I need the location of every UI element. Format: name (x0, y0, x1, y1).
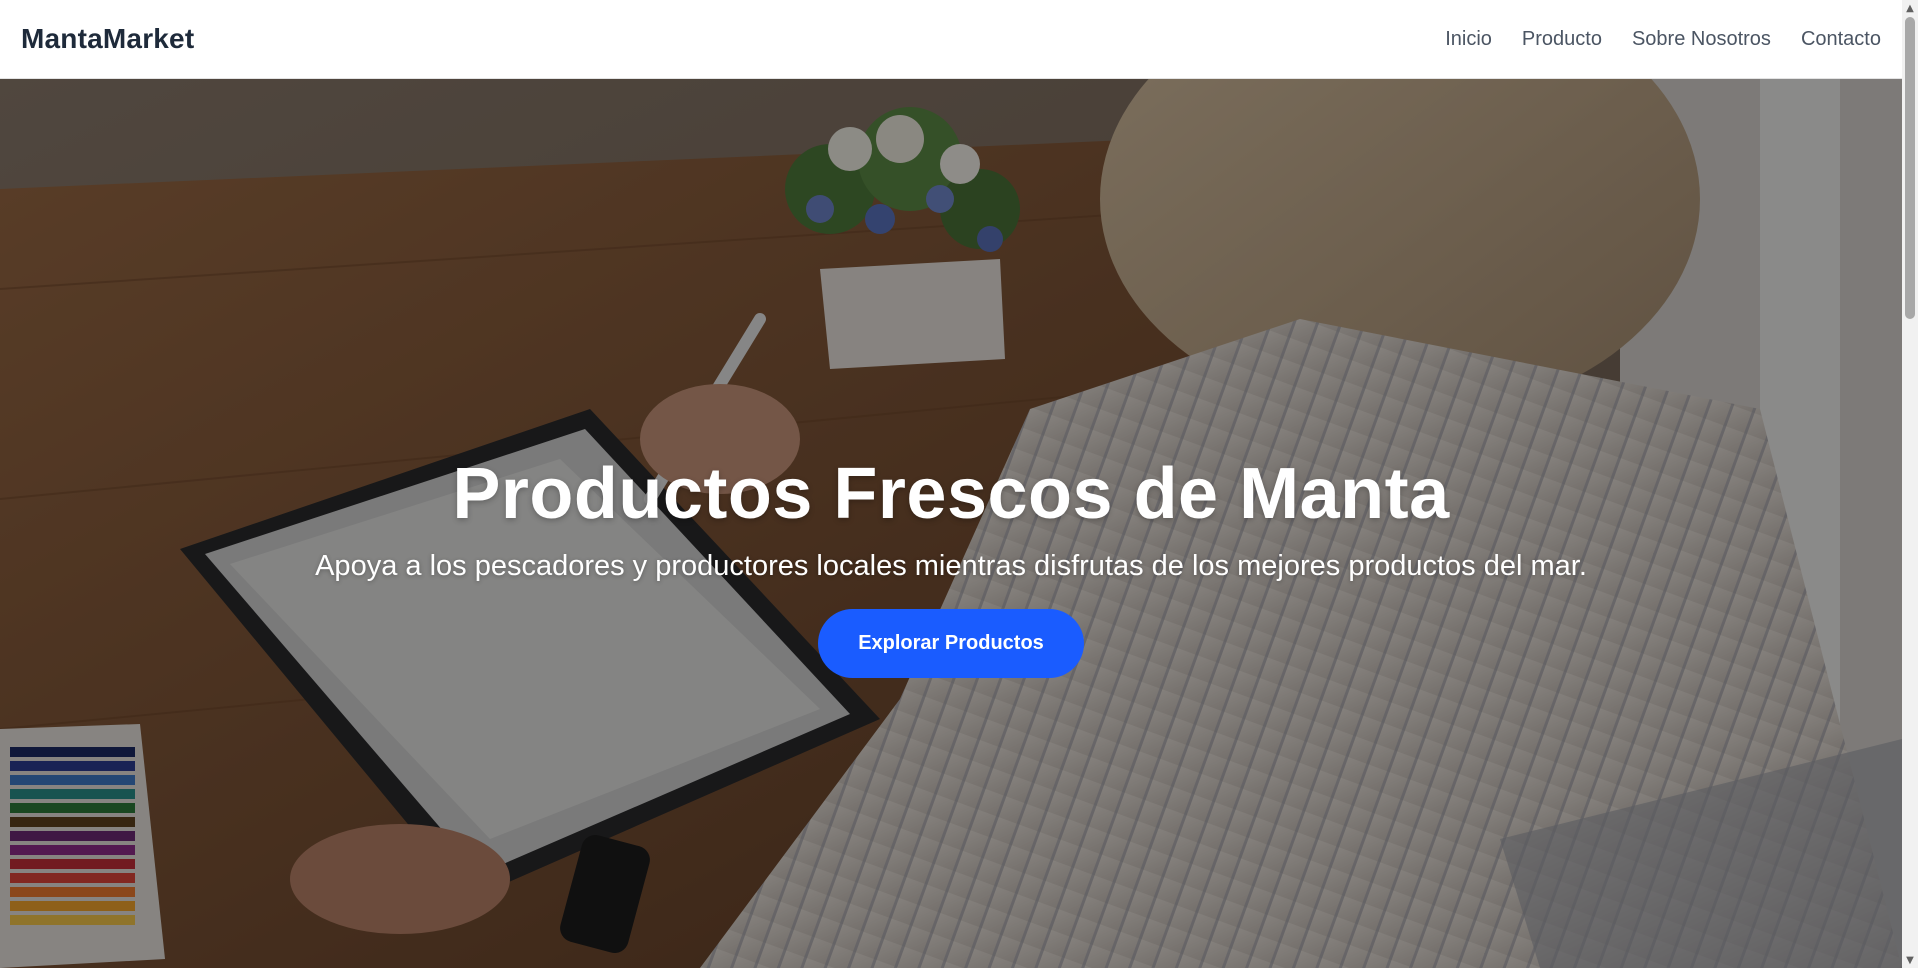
hero-subtitle: Apoya a los pescadores y productores loc… (315, 550, 1587, 583)
hero-content: Productos Frescos de Manta Apoya a los p… (0, 454, 1902, 679)
hero-section: Productos Frescos de Manta Apoya a los p… (0, 79, 1902, 968)
nav-link-inicio[interactable]: Inicio (1445, 28, 1492, 51)
brand-logo[interactable]: MantaMarket (21, 23, 194, 55)
explore-products-button[interactable]: Explorar Productos (818, 609, 1084, 679)
triangle-down-icon[interactable]: ▼ (1902, 952, 1918, 968)
nav-links: Inicio Producto Sobre Nosotros Contacto (1445, 28, 1881, 51)
nav-link-sobre-nosotros[interactable]: Sobre Nosotros (1632, 28, 1771, 51)
scrollbar-thumb[interactable] (1905, 17, 1915, 319)
nav-link-producto[interactable]: Producto (1522, 28, 1602, 51)
triangle-up-icon[interactable]: ▲ (1902, 0, 1918, 16)
top-navbar: MantaMarket Inicio Producto Sobre Nosotr… (0, 0, 1902, 79)
vertical-scrollbar[interactable]: ▲ ▼ (1902, 0, 1918, 968)
page: MantaMarket Inicio Producto Sobre Nosotr… (0, 0, 1918, 968)
hero-title: Productos Frescos de Manta (452, 454, 1450, 534)
nav-link-contacto[interactable]: Contacto (1801, 28, 1881, 51)
